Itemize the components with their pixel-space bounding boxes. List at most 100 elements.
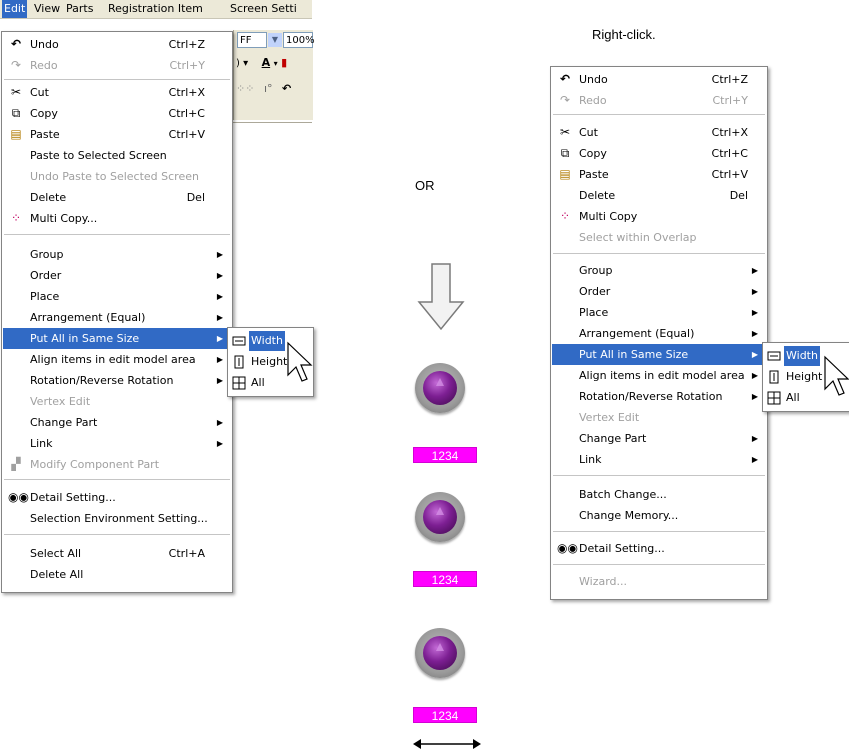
width-arrow-icon [413, 739, 481, 749]
all-icon [767, 391, 781, 405]
chevron-down-icon[interactable]: ▼ [268, 33, 282, 47]
menu-item-rotation[interactable]: Rotation/Reverse Rotation ▶ [3, 370, 231, 391]
menu-item-link[interactable]: Link ▶ [552, 449, 766, 470]
menu-item-place[interactable]: Place ▶ [3, 286, 231, 307]
font-size-icon[interactable]: ) ▾ [236, 58, 248, 69]
menu-item-multi-copy[interactable]: ⁘ Multi Copy... [3, 208, 231, 229]
menu-item-selection-env[interactable]: Selection Environment Setting... [3, 508, 231, 529]
menu-item-vertex-edit[interactable]: Vertex Edit [552, 407, 766, 428]
menu-item-modify-component[interactable]: ▞ Modify Component Part [3, 454, 231, 475]
menu-item-arrangement[interactable]: Arrangement (Equal) ▶ [3, 307, 231, 328]
lamp-part[interactable] [415, 492, 465, 542]
chevron-right-icon: ▶ [216, 292, 223, 301]
menu-item-undo[interactable]: ↶ Undo Ctrl+Z [552, 69, 766, 90]
toolbar-row-format: ) ▾ A ▾ ▮ [236, 56, 287, 76]
chevron-right-icon: ▶ [751, 434, 758, 443]
menu-item-same-size[interactable]: Put All in Same Size ▶ [552, 344, 766, 365]
menu-item-order[interactable]: Order ▶ [552, 281, 766, 302]
menu-item-align[interactable]: Align items in edit model area ▶ [3, 349, 231, 370]
menu-item-change-part[interactable]: Change Part ▶ [3, 412, 231, 433]
menu-item-copy[interactable]: ⧉ Copy Ctrl+C [552, 143, 766, 164]
menu-item-group[interactable]: Group ▶ [3, 244, 231, 265]
font-color-combo[interactable]: FF [237, 32, 267, 48]
menu-item-align[interactable]: Align items in edit model area ▶ [552, 365, 766, 386]
menu-item-redo[interactable]: ↷ Redo Ctrl+Y [3, 55, 231, 76]
chevron-right-icon: ▶ [751, 455, 758, 464]
height-icon [769, 370, 779, 384]
mouse-cursor-icon [824, 355, 849, 396]
menu-separator [4, 479, 230, 480]
numeric-display[interactable]: 1234 [413, 447, 477, 463]
menu-item-place[interactable]: Place ▶ [552, 302, 766, 323]
menu-item-paste-selected[interactable]: Paste to Selected Screen [3, 145, 231, 166]
menu-item-arrangement[interactable]: Arrangement (Equal) ▶ [552, 323, 766, 344]
redo-icon: ↷ [10, 58, 22, 72]
chevron-right-icon: ▶ [216, 439, 223, 448]
glasses-icon: ◉◉ [557, 541, 578, 555]
chevron-right-icon: ▶ [751, 329, 758, 338]
menu-item-delete-all[interactable]: Delete All [3, 564, 231, 585]
menu-item-cut[interactable]: ✂ Cut Ctrl+X [552, 122, 766, 143]
menu-edit[interactable]: Edit [2, 0, 28, 18]
chevron-right-icon: ▶ [751, 392, 758, 401]
menu-registration-item[interactable]: Registration Item [108, 2, 203, 15]
menu-item-batch-change[interactable]: Batch Change... [552, 484, 766, 505]
menu-parts[interactable]: Parts [66, 2, 93, 15]
lamp-part[interactable] [415, 363, 465, 413]
chevron-right-icon: ▶ [216, 355, 223, 364]
chevron-right-icon: ▶ [216, 334, 223, 343]
lamp-part[interactable] [415, 628, 465, 678]
menu-item-rotation[interactable]: Rotation/Reverse Rotation ▶ [552, 386, 766, 407]
scissors-icon: ✂ [10, 85, 22, 99]
menu-item-delete[interactable]: Delete Del [552, 185, 766, 206]
undo-icon[interactable]: ↶ [282, 82, 291, 95]
menu-item-change-part[interactable]: Change Part ▶ [552, 428, 766, 449]
menu-item-paste[interactable]: ▤ Paste Ctrl+V [3, 124, 231, 145]
menu-item-detail-setting[interactable]: ◉◉ Detail Setting... [552, 538, 766, 559]
menu-item-order[interactable]: Order ▶ [3, 265, 231, 286]
undo-icon: ↶ [10, 37, 22, 51]
copy-icon: ⧉ [560, 146, 570, 160]
chevron-down-icon[interactable]: ▾ [274, 59, 278, 68]
menu-item-vertex-edit[interactable]: Vertex Edit [3, 391, 231, 412]
menu-item-same-size[interactable]: Put All in Same Size ▶ [3, 328, 231, 349]
text-color-icon[interactable]: A [262, 56, 271, 69]
chevron-right-icon: ▶ [216, 250, 223, 259]
menu-item-select-all[interactable]: Select All Ctrl+A [3, 543, 231, 564]
chevron-right-icon: ▶ [216, 271, 223, 280]
menu-item-undo-paste-selected[interactable]: Undo Paste to Selected Screen [3, 166, 231, 187]
paste-icon: ▤ [559, 167, 571, 181]
chevron-right-icon: ▶ [751, 308, 758, 317]
grid-icon[interactable]: ⁘⁘ [236, 82, 254, 95]
menu-view[interactable]: View [34, 2, 60, 15]
copy-icon: ⧉ [11, 106, 21, 120]
menu-item-redo[interactable]: ↷ Redo Ctrl+Y [552, 90, 766, 111]
width-icon [232, 336, 246, 346]
multi-copy-icon: ⁘ [559, 209, 571, 223]
pen-icon[interactable]: ▮ [281, 56, 287, 69]
menu-item-multi-copy[interactable]: ⁘ Multi Copy [552, 206, 766, 227]
menu-item-change-memory[interactable]: Change Memory... [552, 505, 766, 526]
menu-item-link[interactable]: Link ▶ [3, 433, 231, 454]
menu-item-copy[interactable]: ⧉ Copy Ctrl+C [3, 103, 231, 124]
pointer-icon[interactable]: ı° [264, 82, 273, 95]
zoom-combo[interactable]: 100% [283, 32, 315, 48]
menu-screen-setting[interactable]: Screen Setti [230, 2, 297, 15]
numeric-display[interactable]: 1234 [413, 571, 477, 587]
toolbar-row-edit: ⁘⁘ ı° ↶ [236, 82, 291, 102]
menu-item-undo[interactable]: ↶ Undo Ctrl+Z [3, 34, 231, 55]
menu-item-select-overlap[interactable]: Select within Overlap [552, 227, 766, 248]
height-icon [234, 355, 244, 369]
menu-item-cut[interactable]: ✂ Cut Ctrl+X [3, 82, 231, 103]
width-icon [767, 351, 781, 361]
all-icon [232, 376, 246, 390]
menu-item-wizard[interactable]: Wizard... [552, 571, 766, 592]
menu-separator [4, 234, 230, 235]
right-click-caption: Right-click. [592, 27, 656, 42]
menu-item-paste[interactable]: ▤ Paste Ctrl+V [552, 164, 766, 185]
menu-item-delete[interactable]: Delete Del [3, 187, 231, 208]
menu-item-detail-setting[interactable]: ◉◉ Detail Setting... [3, 487, 231, 508]
scissors-icon: ✂ [559, 125, 571, 139]
menu-item-group[interactable]: Group ▶ [552, 260, 766, 281]
numeric-display[interactable]: 1234 [413, 707, 477, 723]
